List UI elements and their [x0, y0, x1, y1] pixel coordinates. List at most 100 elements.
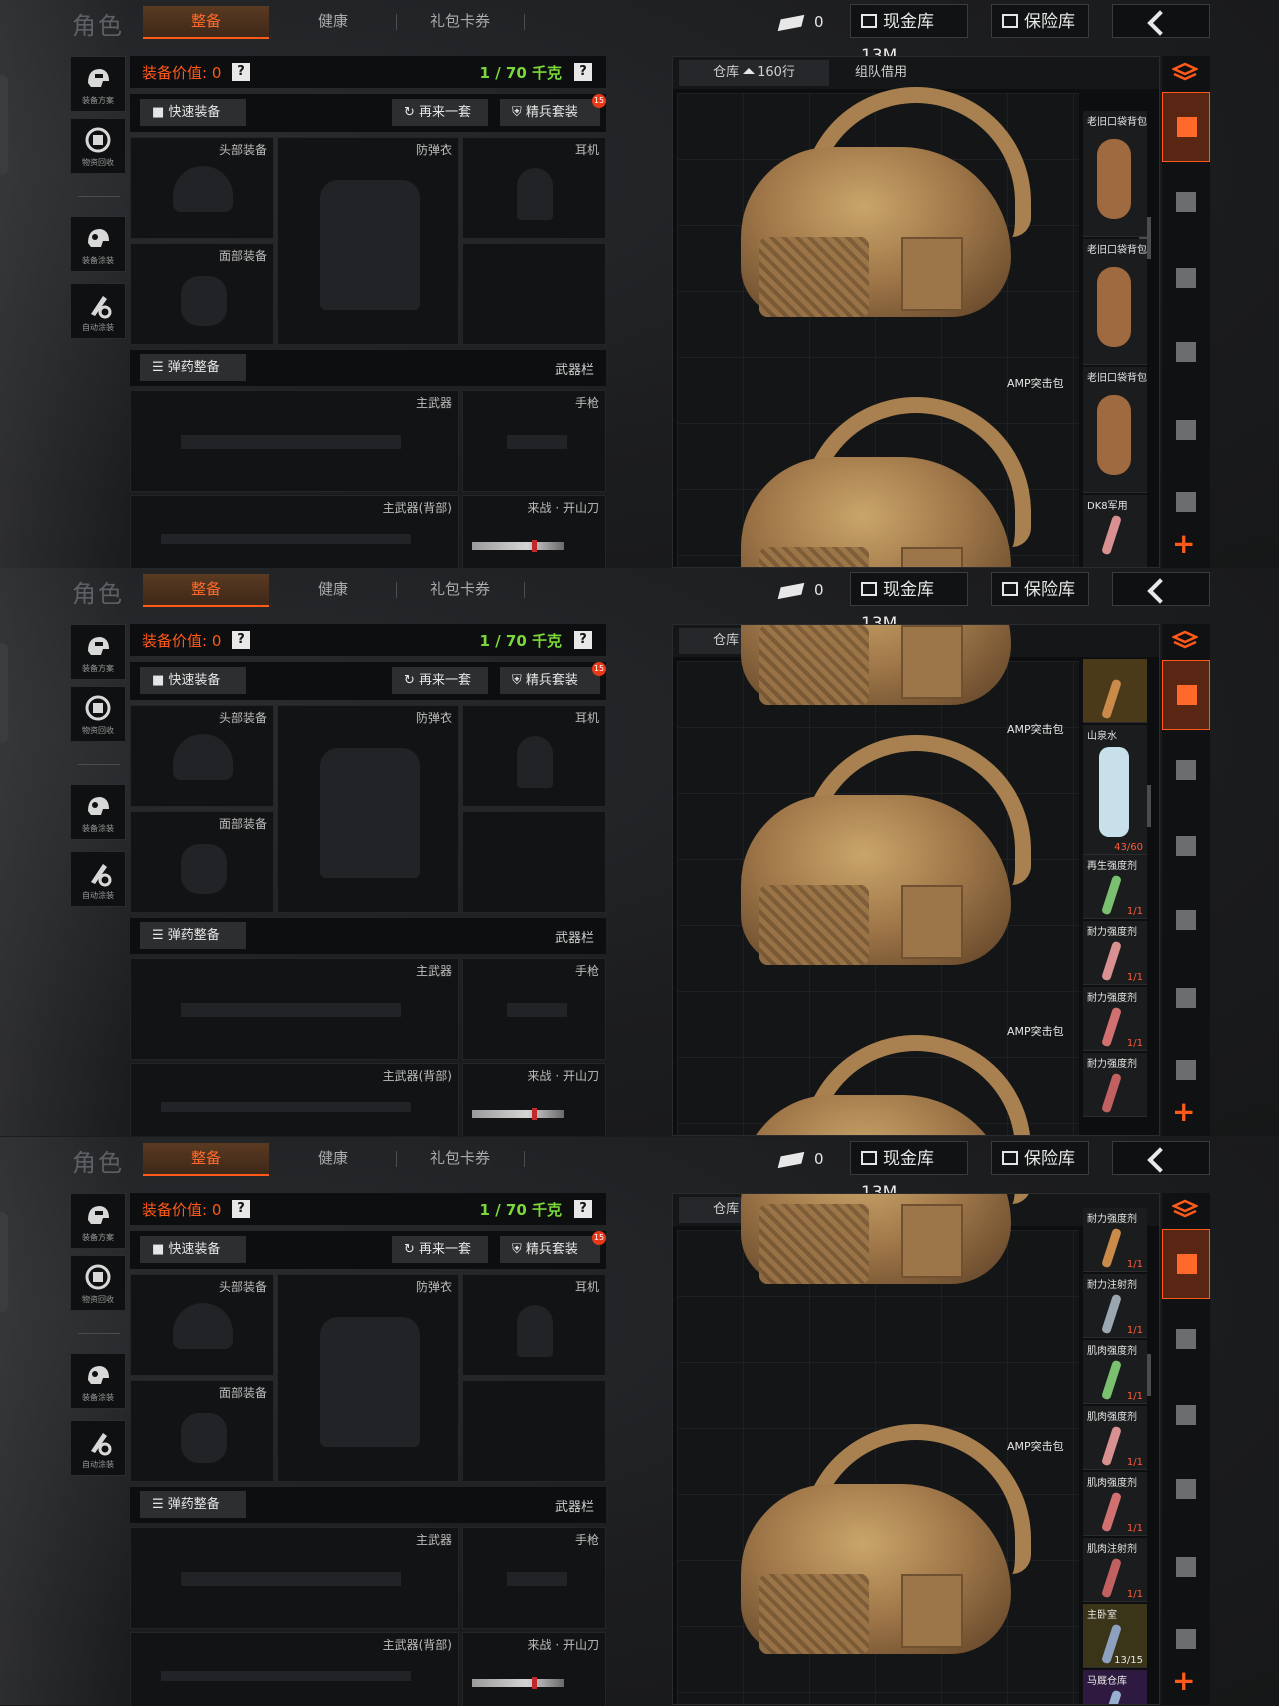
melee-slot[interactable]: 来战 · 开山刀	[462, 1063, 606, 1136]
amp-bag-image[interactable]	[741, 625, 1021, 715]
back-button[interactable]	[1112, 4, 1210, 38]
warehouse-item[interactable]: 老旧口袋背包	[1083, 111, 1147, 237]
sidebar-item-recycle[interactable]: 物资回收	[70, 118, 126, 174]
warehouse-item[interactable]: 山泉水 43/60	[1083, 725, 1147, 855]
warehouse-item[interactable]: 耐力注射剂 1/1	[1083, 1274, 1147, 1338]
cash-vault-button[interactable]: 现金库 13M	[850, 572, 968, 634]
safe-box-button[interactable]: 保险库	[991, 572, 1089, 606]
stack-filter-icon[interactable]	[1172, 630, 1198, 650]
repeat-set-button[interactable]: ↻ 再来一套	[392, 1236, 488, 1263]
category-bags[interactable]	[1162, 92, 1210, 162]
repeat-set-button[interactable]: ↻ 再来一套	[392, 99, 488, 126]
edge-drawer-tab[interactable]	[0, 1212, 8, 1312]
amp-bag-image[interactable]	[741, 735, 1031, 975]
head-slot[interactable]: 头部装备	[130, 1274, 274, 1376]
warehouse-item[interactable]	[1083, 659, 1147, 723]
primary-weapon-slot[interactable]: 主武器	[130, 390, 459, 492]
quick-equip-button[interactable]: ■ 快速装备	[140, 1236, 246, 1263]
sidebar-item-paint[interactable]: 装备涂装	[70, 216, 126, 272]
face-slot[interactable]: 面部装备	[130, 811, 274, 913]
repeat-set-button[interactable]: ↻ 再来一套	[392, 667, 488, 694]
armor-slot[interactable]: 防弹衣	[277, 705, 459, 913]
sidebar-item-paint[interactable]: 装备涂装	[70, 784, 126, 840]
sidebar-item-auto-paint[interactable]: 自动涂装	[70, 283, 126, 339]
tab-gift-cards[interactable]: 礼包卡券	[405, 574, 515, 605]
pistol-slot[interactable]: 手枪	[462, 958, 606, 1060]
elite-set-button[interactable]: ⛨ 精兵套装 15	[500, 662, 606, 694]
add-icon[interactable]: +	[1172, 1667, 1195, 1695]
melee-slot[interactable]: 来战 · 开山刀	[462, 495, 606, 568]
amp-bag-image[interactable]	[741, 1194, 1031, 1294]
warehouse-item[interactable]: 耐力强度剂 1/1	[1083, 921, 1147, 985]
amp-bag-image[interactable]	[741, 1035, 1031, 1135]
warehouse-item[interactable]: 老旧口袋背包	[1083, 367, 1147, 493]
sidebar-item-auto-paint[interactable]: 自动涂装	[70, 851, 126, 907]
category-ammo[interactable]	[1162, 964, 1210, 1034]
add-icon[interactable]: +	[1172, 530, 1195, 558]
sidebar-item-loadout-plan[interactable]: 装备方案	[70, 56, 126, 112]
warehouse-item[interactable]: 主卧室 13/15	[1083, 1604, 1147, 1668]
weight-help-button[interactable]: ?	[574, 63, 592, 81]
category-magazines[interactable]	[1162, 1455, 1210, 1525]
category-armor[interactable]	[1162, 168, 1210, 238]
category-bags[interactable]	[1162, 1229, 1210, 1299]
warehouse-item[interactable]: 再生强度剂 1/1	[1083, 855, 1147, 919]
armor-slot[interactable]: 防弹衣	[277, 1274, 459, 1482]
melee-slot[interactable]: 来战 · 开山刀	[462, 1632, 606, 1706]
elite-set-button[interactable]: ⛨ 精兵套装 15	[500, 94, 606, 126]
headset-slot[interactable]: 耳机	[462, 705, 606, 807]
headset-slot[interactable]: 耳机	[462, 1274, 606, 1376]
category-armor[interactable]	[1162, 736, 1210, 806]
back-button[interactable]	[1112, 1141, 1210, 1175]
sidebar-item-recycle[interactable]: 物资回收	[70, 686, 126, 742]
cash-vault-button[interactable]: 现金库 13M	[850, 4, 968, 66]
primary-back-slot[interactable]: 主武器(背部)	[130, 1063, 459, 1136]
primary-weapon-slot[interactable]: 主武器	[130, 958, 459, 1060]
tab-loadout[interactable]: 整备	[143, 574, 269, 607]
warehouse-item[interactable]: 肌肉强度剂 1/1	[1083, 1406, 1147, 1470]
tab-gift-cards[interactable]: 礼包卡券	[405, 6, 515, 37]
amp-bag-image[interactable]	[741, 87, 1031, 327]
warehouse-item[interactable]: DK8军用	[1083, 495, 1147, 567]
face-slot[interactable]: 面部装备	[130, 1380, 274, 1482]
warehouse-item[interactable]: 老旧口袋背包	[1083, 239, 1147, 365]
quick-equip-button[interactable]: ■ 快速装备	[140, 99, 246, 126]
sidebar-item-recycle[interactable]: 物资回收	[70, 1255, 126, 1311]
warehouse-item[interactable]: 马厩仓库	[1083, 1670, 1147, 1704]
sidebar-item-loadout-plan[interactable]: 装备方案	[70, 624, 126, 680]
category-ammo[interactable]	[1162, 396, 1210, 466]
sidebar-item-loadout-plan[interactable]: 装备方案	[70, 1193, 126, 1249]
ammo-prep-button[interactable]: ☰ 弹药整备	[140, 1491, 246, 1518]
tab-storage[interactable]: 仓库 160行	[679, 60, 829, 86]
stack-filter-icon[interactable]	[1172, 1199, 1198, 1219]
amp-bag-image[interactable]	[741, 397, 1031, 567]
elite-set-button[interactable]: ⛨ 精兵套装 15	[500, 1231, 606, 1263]
tab-team-borrow[interactable]: 组队借用	[831, 60, 931, 86]
ammo-prep-button[interactable]: ☰ 弹药整备	[140, 354, 246, 381]
category-magazines[interactable]	[1162, 318, 1210, 388]
warehouse-item[interactable]: 耐力强度剂	[1083, 1053, 1147, 1117]
weight-help-button[interactable]: ?	[574, 631, 592, 649]
armor-slot[interactable]: 防弹衣	[277, 137, 459, 345]
category-bags[interactable]	[1162, 660, 1210, 730]
warehouse-item[interactable]: 肌肉强度剂 1/1	[1083, 1340, 1147, 1404]
primary-back-slot[interactable]: 主武器(背部)	[130, 495, 459, 568]
sidebar-item-paint[interactable]: 装备涂装	[70, 1353, 126, 1409]
warehouse-item[interactable]: 肌肉强度剂 1/1	[1083, 1472, 1147, 1536]
amp-bag-image[interactable]	[741, 1424, 1031, 1664]
tab-health[interactable]: 健康	[278, 574, 388, 605]
quick-equip-button[interactable]: ■ 快速装备	[140, 667, 246, 694]
category-weapons[interactable]	[1162, 812, 1210, 882]
category-magazines[interactable]	[1162, 886, 1210, 956]
tab-health[interactable]: 健康	[278, 6, 388, 37]
headset-slot[interactable]: 耳机	[462, 137, 606, 239]
tab-health[interactable]: 健康	[278, 1143, 388, 1174]
tab-gift-cards[interactable]: 礼包卡券	[405, 1143, 515, 1174]
category-armor[interactable]	[1162, 1305, 1210, 1375]
face-slot[interactable]: 面部装备	[130, 243, 274, 345]
stack-filter-icon[interactable]	[1172, 62, 1198, 82]
head-slot[interactable]: 头部装备	[130, 705, 274, 807]
add-icon[interactable]: +	[1172, 1098, 1195, 1126]
primary-back-slot[interactable]: 主武器(背部)	[130, 1632, 459, 1706]
pistol-slot[interactable]: 手枪	[462, 390, 606, 492]
